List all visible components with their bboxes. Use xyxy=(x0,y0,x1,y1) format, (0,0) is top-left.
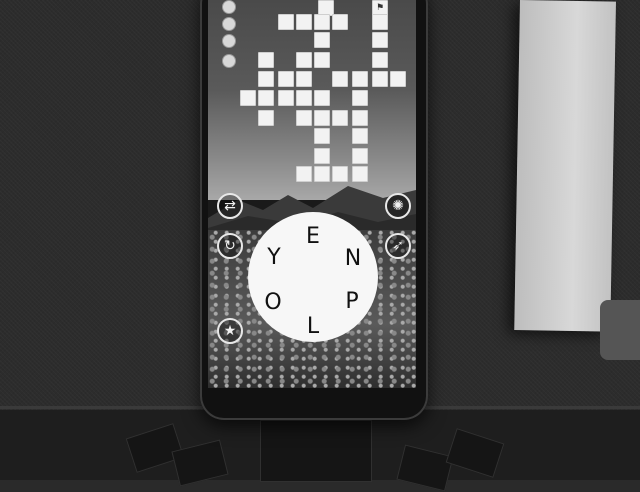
crossword-tile xyxy=(258,110,274,126)
crossword-tile xyxy=(296,14,312,30)
level-dot xyxy=(222,34,236,48)
hint-button[interactable]: ✺ xyxy=(385,193,411,219)
crossword-tile xyxy=(258,52,274,68)
crossword-tile xyxy=(296,110,312,126)
crossword-tile xyxy=(352,148,368,164)
crossword-tile xyxy=(352,110,368,126)
shuffle-icon: ⇄ xyxy=(224,198,236,214)
crossword-tile xyxy=(372,32,388,48)
crossword-tile xyxy=(258,71,274,87)
star-icon: ★ xyxy=(223,323,237,339)
crossword-tile xyxy=(314,110,330,126)
letter-wheel[interactable]: E N P L O Y xyxy=(248,212,378,342)
level-dot xyxy=(222,17,236,31)
crossword-tile xyxy=(314,32,330,48)
paper-sheet xyxy=(514,0,616,332)
rocket-button[interactable]: ➶ xyxy=(385,233,411,259)
lightbulb-icon: ✺ xyxy=(392,198,404,214)
level-dot xyxy=(222,54,236,68)
wheel-letter[interactable]: O xyxy=(261,290,285,316)
crossword-tile xyxy=(352,71,368,87)
crossword-tile xyxy=(332,166,348,182)
restart-icon: ↻ xyxy=(224,238,236,254)
crossword-tile xyxy=(352,128,368,144)
crossword-tile xyxy=(332,14,348,30)
rocket-icon: ➶ xyxy=(392,238,404,254)
star-button[interactable]: ★ xyxy=(217,318,243,344)
crossword-tile xyxy=(314,148,330,164)
crossword-tile xyxy=(372,52,388,68)
shuffle-button[interactable]: ⇄ xyxy=(217,193,243,219)
crossword-tile xyxy=(372,14,388,30)
crossword-tile xyxy=(296,52,312,68)
crossword-tile xyxy=(314,14,330,30)
crossword-tile xyxy=(296,90,312,106)
wheel-letter[interactable]: E xyxy=(301,224,325,250)
crossword-tile xyxy=(296,166,312,182)
crossword-tile xyxy=(314,166,330,182)
crossword-tile xyxy=(352,166,368,182)
crossword-tile xyxy=(332,110,348,126)
crossword-tile xyxy=(314,128,330,144)
crossword-tile xyxy=(314,52,330,68)
phone-stand xyxy=(260,420,372,482)
restart-button[interactable]: ↻ xyxy=(217,233,243,259)
wheel-letter[interactable]: L xyxy=(301,314,325,340)
crossword-tile xyxy=(314,90,330,106)
crossword-tile xyxy=(258,90,274,106)
crossword-tile xyxy=(240,90,256,106)
wheel-letter[interactable]: P xyxy=(340,289,364,315)
crossword-tile xyxy=(296,71,312,87)
wheel-letter[interactable]: N xyxy=(341,246,365,272)
crossword-tile xyxy=(390,71,406,87)
crossword-tile xyxy=(352,90,368,106)
crossword-tile xyxy=(278,14,294,30)
crossword-tile xyxy=(278,90,294,106)
wheel-letter[interactable]: Y xyxy=(262,245,286,271)
level-dot xyxy=(222,0,236,14)
crossword-tile xyxy=(278,71,294,87)
paper-clip xyxy=(600,300,640,360)
crossword-tile xyxy=(332,71,348,87)
crossword-tile xyxy=(372,71,388,87)
